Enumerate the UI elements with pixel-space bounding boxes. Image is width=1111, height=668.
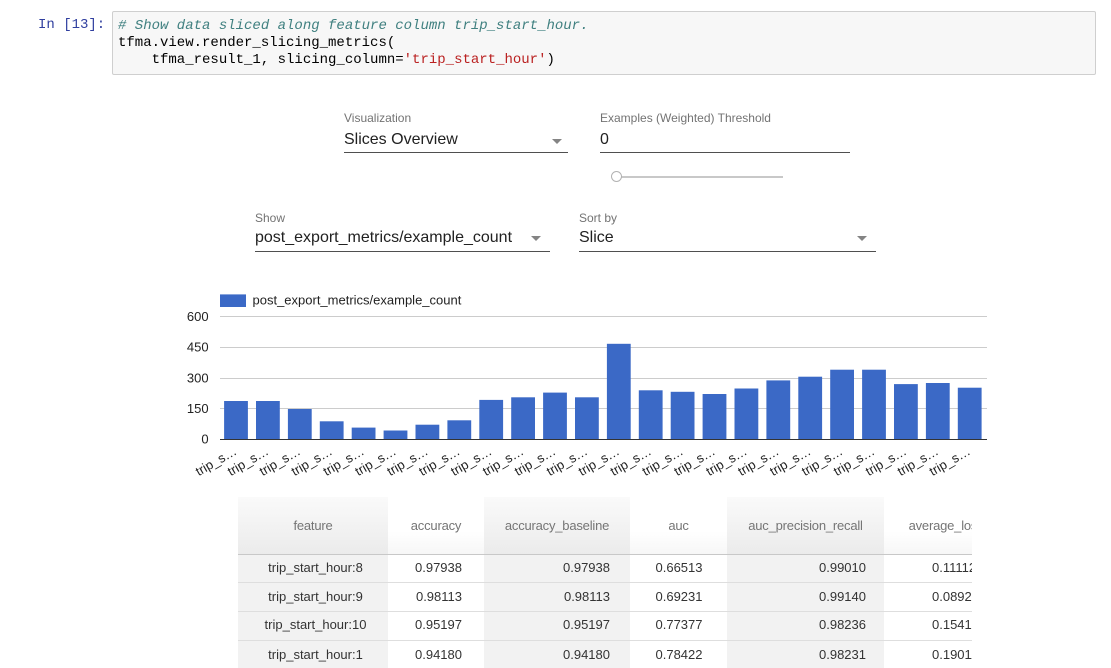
- svg-text:150: 150: [187, 401, 209, 416]
- svg-text:post_export_metrics/example_co: post_export_metrics/example_count: [253, 293, 462, 308]
- svg-text:0: 0: [201, 432, 208, 447]
- svg-text:300: 300: [187, 370, 209, 385]
- svg-text:450: 450: [187, 340, 209, 355]
- svg-text:600: 600: [187, 309, 209, 324]
